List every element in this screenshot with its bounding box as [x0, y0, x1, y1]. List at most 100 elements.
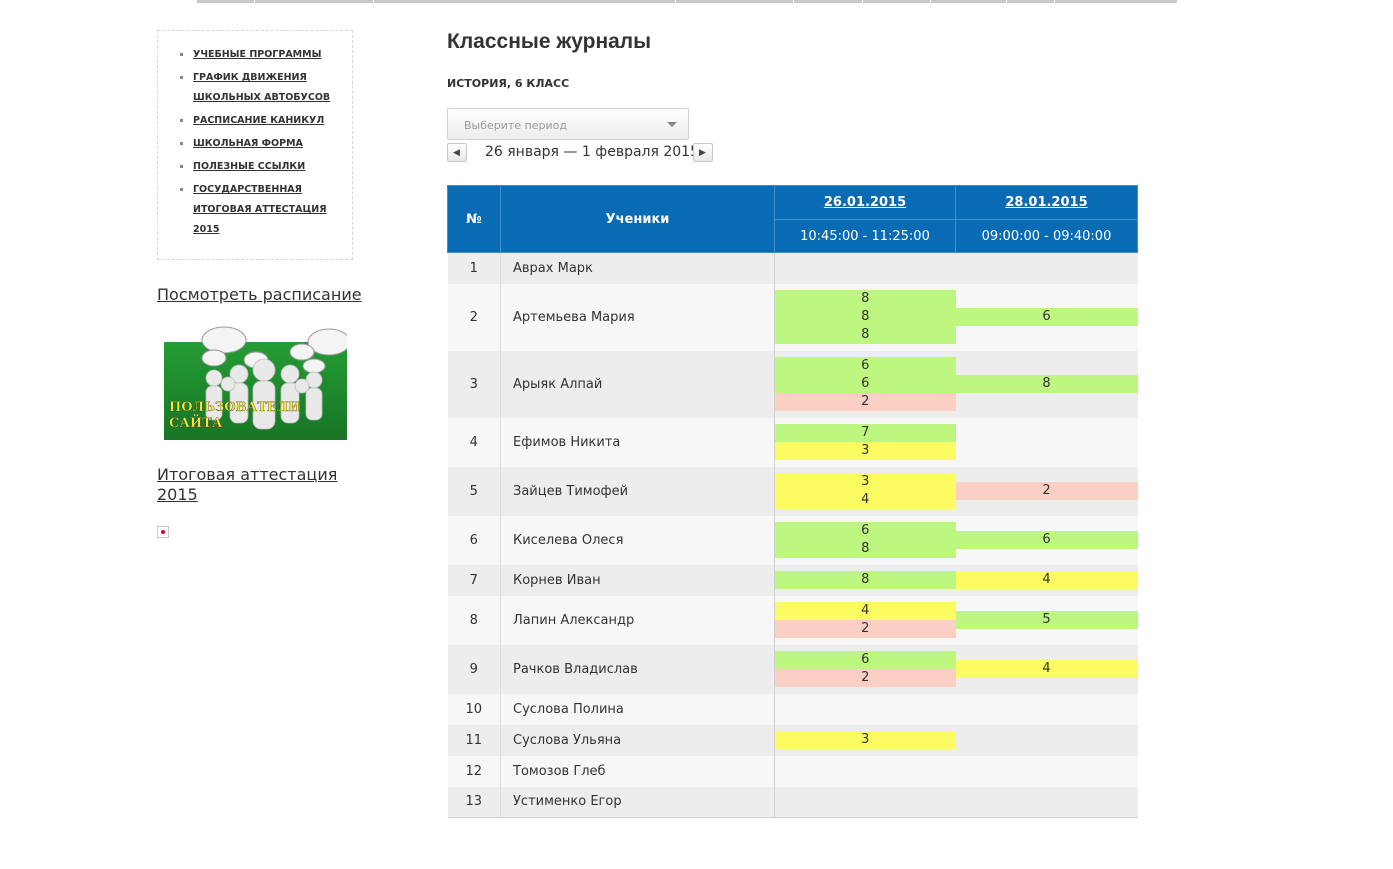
grade-cell-2	[955, 724, 1138, 756]
grade-cell-2	[955, 755, 1138, 787]
grade-mark[interactable]: 2	[775, 620, 956, 638]
grade-mark[interactable]: 2	[955, 482, 1138, 500]
grade-mark[interactable]: 6	[775, 357, 956, 375]
row-number: 3	[447, 350, 501, 418]
student-name: Ефимов Никита	[500, 417, 775, 467]
grade-mark[interactable]: 4	[775, 491, 956, 509]
next-week-button[interactable]: ▶	[693, 143, 713, 162]
student-name: Артемьева Мария	[500, 283, 775, 351]
col-header-time-2: 09:00:00 - 09:40:00	[955, 219, 1138, 253]
table-row: 2 Артемьева Мария 8 8 8 6	[447, 283, 1138, 351]
grade-cell-1: 73	[774, 417, 956, 467]
row-number: 8	[447, 595, 501, 645]
table-row: 8 Лапин Александр 4 2 5	[447, 595, 1138, 645]
sidebar-link-holidays[interactable]: Расписание каникул	[193, 115, 324, 126]
grade-cell-1: 68	[774, 515, 956, 565]
table-row: 13 Устименко Егор	[447, 786, 1138, 818]
grade-mark[interactable]: 2	[775, 393, 956, 411]
table-row: 10 Суслова Полина	[447, 693, 1138, 725]
student-name: Суслова Ульяна	[500, 724, 775, 756]
grade-mark[interactable]: 8	[775, 540, 956, 558]
grade-cell-1	[774, 786, 956, 818]
lesson-date-link-1[interactable]: 26.01.2015	[824, 195, 906, 210]
col-header-number: №	[447, 185, 501, 253]
row-number: 2	[447, 283, 501, 351]
top-nav-bar	[197, 0, 1177, 3]
grade-cell-2	[955, 786, 1138, 818]
grade-mark[interactable]: 2	[775, 669, 956, 687]
student-name: Киселева Олеся	[500, 515, 775, 565]
lesson-date-link-2[interactable]: 28.01.2015	[1005, 195, 1087, 210]
grade-cell-2: 6	[955, 283, 1138, 351]
row-number: 4	[447, 417, 501, 467]
grade-cell-2: 5	[955, 595, 1138, 645]
sidebar-item-bus-schedule: График движения школьных автобусов	[178, 68, 348, 108]
journal-table: № Ученики 26.01.2015 28.01.2015 10:45:00…	[447, 185, 1138, 818]
view-schedule-link[interactable]: Посмотреть расписание	[157, 285, 362, 305]
sidebar-link-programs[interactable]: Учебные программы	[193, 49, 321, 60]
grade-mark[interactable]: 6	[955, 308, 1138, 326]
grade-mark[interactable]: 6	[775, 651, 956, 669]
grade-cell-2: 6	[955, 515, 1138, 565]
grade-mark[interactable]: 4	[955, 660, 1138, 678]
grade-cell-1	[774, 693, 956, 725]
grade-mark[interactable]: 3	[775, 731, 956, 749]
row-number: 10	[447, 693, 501, 725]
student-name: Суслова Полина	[500, 693, 775, 725]
period-select[interactable]: Выберите период	[447, 108, 689, 140]
grade-mark[interactable]: 6	[775, 375, 956, 393]
grade-cell-2: 4	[955, 564, 1138, 596]
student-name: Арыяк Алпай	[500, 350, 775, 418]
student-name: Корнев Иван	[500, 564, 775, 596]
prev-week-button[interactable]: ◀	[447, 143, 467, 162]
grade-cell-2	[955, 417, 1138, 467]
chevron-left-icon: ◀	[453, 148, 460, 158]
table-row: 5 Зайцев Тимофей 3 4 2	[447, 466, 1138, 516]
grade-mark[interactable]: 3	[775, 442, 956, 460]
grade-mark[interactable]: 8	[775, 571, 956, 589]
chevron-down-icon	[667, 122, 677, 127]
sidebar-link-uniform[interactable]: Школьная форма	[193, 138, 303, 149]
grade-mark[interactable]: 4	[955, 571, 1138, 589]
col-header-date-2: 28.01.2015	[955, 185, 1138, 220]
sidebar-link-useful-links[interactable]: Полезные ссылки	[193, 161, 305, 172]
grade-mark[interactable]: 8	[955, 375, 1138, 393]
grade-mark[interactable]: 8	[775, 326, 956, 344]
col-header-students: Ученики	[500, 185, 775, 253]
site-users-banner[interactable]: ПОЛЬЗОВАТЕЛИ САЙТА	[164, 326, 347, 440]
grade-cell-2: 2	[955, 466, 1138, 516]
student-name: Аврах Марк	[500, 252, 775, 284]
grade-mark[interactable]: 3	[775, 473, 956, 491]
row-number: 7	[447, 564, 501, 596]
sidebar-item-state-attestation: Государственная итоговая аттестация 2015	[178, 180, 348, 240]
journal-body: 1 Аврах Марк 2 Артемьева Мария 8 8 8 6 3 Арыяк Ал…	[447, 252, 1138, 818]
chevron-right-icon: ▶	[699, 148, 706, 158]
grade-mark[interactable]: 4	[775, 602, 956, 620]
broken-image-icon[interactable]	[157, 526, 169, 538]
student-name: Рачков Владислав	[500, 644, 775, 694]
row-number: 1	[447, 252, 501, 284]
grade-cell-1: 3	[774, 724, 956, 756]
sidebar-link-state-attestation[interactable]: Государственная итоговая аттестация 2015	[193, 184, 327, 235]
grade-cell-1: 62	[774, 644, 956, 694]
grade-mark[interactable]: 5	[955, 611, 1138, 629]
grade-mark[interactable]: 6	[955, 531, 1138, 549]
student-name: Лапин Александр	[500, 595, 775, 645]
grade-mark[interactable]: 8	[775, 308, 956, 326]
sidebar-item-holidays: Расписание каникул	[178, 111, 348, 131]
sidebar-menu: Учебные программы График движения школьн…	[178, 45, 348, 243]
banner-text-line1: ПОЛЬЗОВАТЕЛИ	[169, 400, 300, 415]
final-attestation-link[interactable]: Итоговая аттестация 2015	[157, 465, 347, 505]
grade-mark[interactable]: 6	[775, 522, 956, 540]
row-number: 6	[447, 515, 501, 565]
period-select-placeholder: Выберите период	[464, 119, 568, 132]
grade-cell-1: 888	[774, 283, 956, 351]
sidebar-item-uniform: Школьная форма	[178, 134, 348, 154]
student-name: Зайцев Тимофей	[500, 466, 775, 516]
col-header-time-1: 10:45:00 - 11:25:00	[774, 219, 956, 253]
sidebar-link-bus-schedule[interactable]: График движения школьных автобусов	[193, 72, 330, 103]
table-row: 3 Арыяк Алпай 6 6 2 8	[447, 350, 1138, 418]
grade-mark[interactable]: 7	[775, 424, 956, 442]
grade-cell-1: 42	[774, 595, 956, 645]
grade-mark[interactable]: 8	[775, 290, 956, 308]
